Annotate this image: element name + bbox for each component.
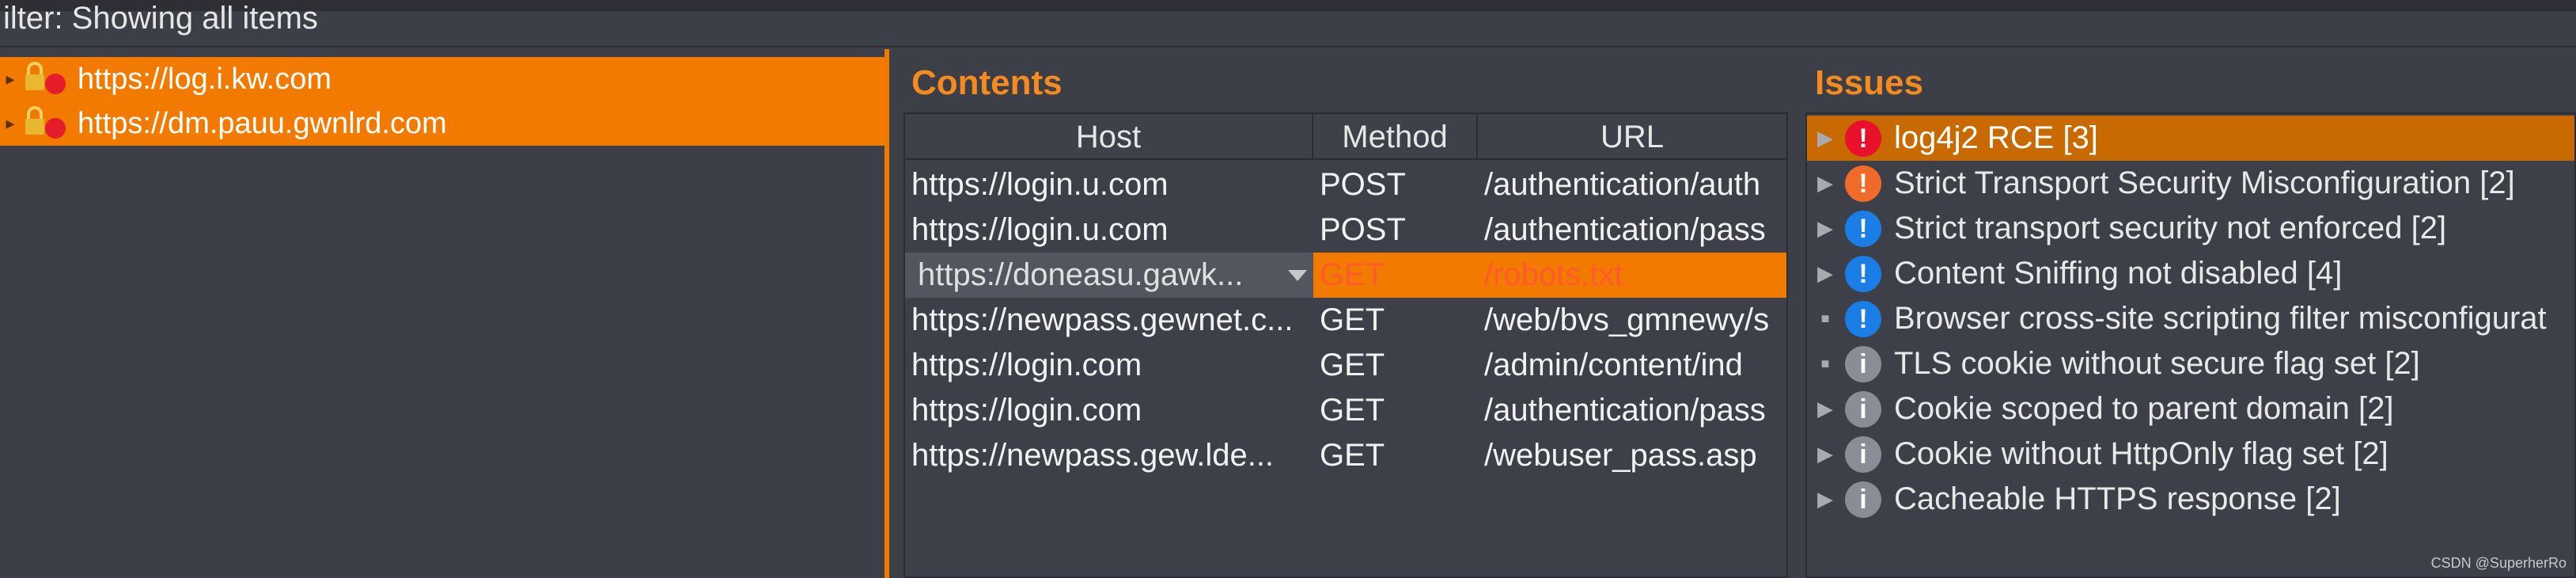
url-cell: /robots.txt	[1478, 253, 1786, 298]
method-cell: POST	[1320, 212, 1406, 247]
issue-label: log4j2 RCE [3]	[1894, 120, 2098, 155]
method-cell: POST	[1320, 167, 1406, 202]
host-cell-text: https://doneasu.gawk...	[918, 257, 1244, 292]
table-row-selected[interactable]: https://doneasu.gawk... GET /robots.txt	[905, 253, 1786, 298]
issue-label: Strict transport security not enforced […	[1894, 211, 2447, 245]
issues-title: Issues	[1815, 63, 1923, 102]
table-row[interactable]: https://login.u.com POST /authentication…	[905, 162, 1786, 207]
column-header-host[interactable]: Host	[905, 114, 1313, 160]
method-cell: GET	[1320, 348, 1385, 382]
site-tree-label: https://log.i.kw.com	[78, 62, 332, 96]
url-cell: /webuser_pass.asp	[1484, 438, 1757, 473]
severity-info-icon: i	[1845, 345, 1881, 382]
table-row[interactable]: https://newpass.gewnet.c... GET /web/bvs…	[905, 298, 1786, 343]
severity-info-icon: i	[1845, 390, 1881, 428]
issue-item[interactable]: ■ i TLS cookie without secure flag set […	[1807, 341, 2574, 386]
expand-arrow-icon[interactable]: ▶	[1812, 397, 1839, 421]
site-tree-label: https://dm.pauu.gwnlrd.com	[78, 106, 447, 140]
issue-label: Cookie scoped to parent domain [2]	[1894, 391, 2394, 426]
site-lock-icon	[24, 106, 70, 141]
issue-item[interactable]: ▶ i Cacheable HTTPS response [2]	[1807, 477, 2574, 522]
expand-arrow-icon[interactable]: ▶	[1812, 126, 1839, 150]
site-lock-icon	[24, 62, 70, 97]
table-header: Host Method URL	[905, 114, 1786, 160]
tree-expand-icon[interactable]: ▸	[0, 69, 21, 89]
issue-item[interactable]: ▶ ! Strict transport security not enforc…	[1807, 206, 2574, 251]
expand-arrow-icon[interactable]: ▶	[1812, 261, 1839, 286]
severity-low-icon: !	[1845, 300, 1881, 337]
severity-medium-icon: !	[1845, 165, 1881, 202]
issue-label: Browser cross-site scripting filter misc…	[1894, 301, 2547, 336]
title-strip	[0, 0, 2576, 11]
method-cell: GET	[1313, 253, 1478, 298]
table-row[interactable]: https://login.com GET /authentication/pa…	[905, 388, 1786, 433]
filter-bar[interactable]: ilter: Showing all items	[0, 1, 2576, 48]
table-row[interactable]: https://newpass.gew.lde... GET /webuser_…	[905, 433, 1786, 478]
url-cell: /authentication/auth	[1484, 167, 1761, 202]
table-row[interactable]: https://login.com GET /admin/content/ind	[905, 343, 1786, 388]
host-cell: https://newpass.gew.lde...	[911, 438, 1275, 473]
issue-label: TLS cookie without secure flag set [2]	[1894, 346, 2420, 381]
severity-info-icon: i	[1845, 481, 1881, 518]
tree-expand-icon[interactable]: ▸	[0, 113, 21, 134]
issue-item[interactable]: ▶ ! Content Sniffing not disabled [4]	[1807, 251, 2574, 296]
leaf-square-icon: ■	[1820, 356, 1830, 371]
contents-title: Contents	[911, 63, 1063, 102]
issue-item[interactable]: ▶ i Cookie scoped to parent domain [2]	[1807, 386, 2574, 432]
issue-label: Cookie without HttpOnly flag set [2]	[1894, 436, 2388, 471]
host-cell: https://login.u.com	[911, 212, 1169, 247]
contents-table[interactable]: Host Method URL https://login.u.com POST…	[903, 112, 1788, 578]
expand-arrow-icon[interactable]: ▶	[1812, 171, 1839, 196]
site-tree-item[interactable]: ▸ https://dm.pauu.gwnlrd.com	[0, 101, 885, 146]
issue-label: Cacheable HTTPS response [2]	[1894, 481, 2341, 516]
table-row[interactable]: https://login.u.com POST /authentication…	[905, 207, 1786, 253]
chevron-down-icon[interactable]	[1288, 270, 1307, 281]
severity-info-icon: i	[1845, 435, 1881, 473]
severity-low-icon: !	[1845, 210, 1881, 247]
method-cell: GET	[1320, 393, 1385, 428]
site-tree-item[interactable]: ▸ https://log.i.kw.com	[0, 57, 885, 101]
issue-item[interactable]: ▶ i Cookie without HttpOnly flag set [2]	[1807, 432, 2574, 477]
site-map-tree[interactable]: ▸ https://log.i.kw.com ▸ https://dm.pauu…	[0, 49, 889, 578]
host-cell: https://newpass.gewnet.c...	[911, 302, 1294, 337]
host-cell: https://login.com	[911, 348, 1142, 382]
expand-arrow-icon[interactable]: ▶	[1812, 487, 1839, 511]
host-cell[interactable]: https://doneasu.gawk...	[905, 253, 1313, 298]
url-cell: /web/bvs_gmnewy/s	[1484, 302, 1770, 337]
column-header-url[interactable]: URL	[1478, 114, 1786, 160]
method-cell: GET	[1320, 302, 1385, 337]
url-cell: /authentication/pass	[1484, 212, 1766, 247]
column-header-method[interactable]: Method	[1313, 114, 1478, 160]
issue-label: Strict Transport Security Misconfigurati…	[1894, 165, 2515, 200]
issues-list[interactable]: ▶ ! log4j2 RCE [3] ▶ ! Strict Transport …	[1805, 112, 2576, 578]
issue-item[interactable]: ▶ ! Strict Transport Security Misconfigu…	[1807, 161, 2574, 206]
watermark: CSDN @SuperherRo	[2430, 555, 2567, 571]
severity-low-icon: !	[1845, 255, 1881, 292]
url-cell: /authentication/pass	[1484, 393, 1766, 428]
expand-arrow-icon[interactable]: ▶	[1812, 442, 1839, 466]
filter-text: ilter: Showing all items	[3, 1, 318, 36]
method-cell: GET	[1320, 438, 1385, 473]
leaf-square-icon: ■	[1820, 310, 1830, 326]
host-cell: https://login.u.com	[911, 167, 1169, 202]
url-cell: /admin/content/ind	[1484, 348, 1743, 382]
issue-item-selected[interactable]: ▶ ! log4j2 RCE [3]	[1807, 116, 2574, 161]
issue-item[interactable]: ■ ! Browser cross-site scripting filter …	[1807, 296, 2574, 341]
expand-arrow-icon[interactable]: ▶	[1812, 216, 1839, 241]
host-cell: https://login.com	[911, 393, 1142, 428]
issue-label: Content Sniffing not disabled [4]	[1894, 256, 2343, 291]
severity-high-icon: !	[1845, 120, 1881, 157]
